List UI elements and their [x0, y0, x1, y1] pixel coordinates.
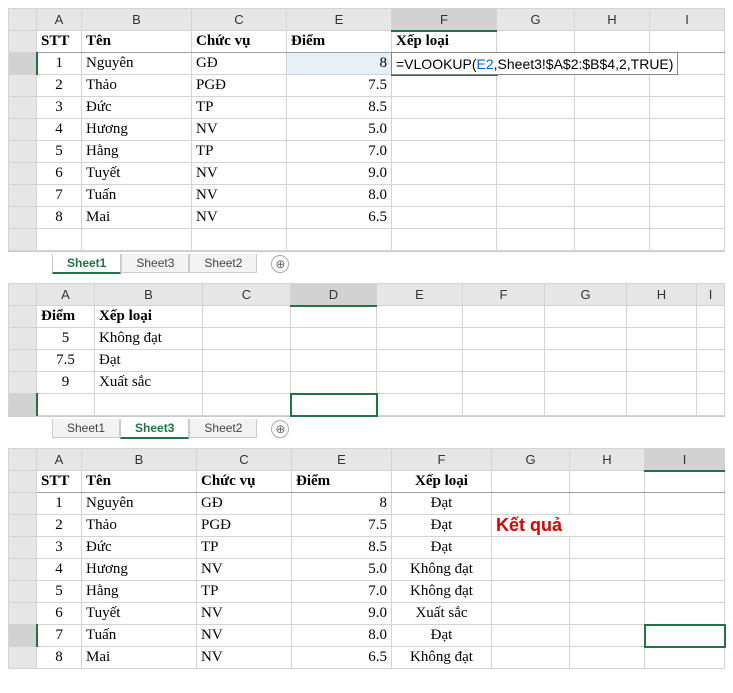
- tab-sheet2[interactable]: Sheet2: [189, 254, 257, 273]
- header-data-row: STT Tên Chức vụ Điểm Xếp loại: [9, 31, 725, 53]
- tab-sheet1[interactable]: Sheet1: [52, 254, 121, 274]
- rowhdr[interactable]: [9, 31, 37, 53]
- table-row: 6TuyếtNV9.0: [9, 163, 725, 185]
- hdr-chucvu[interactable]: Chức vụ: [192, 31, 287, 53]
- active-cell-I8[interactable]: [645, 625, 725, 647]
- colhdr-I[interactable]: I: [650, 9, 725, 31]
- table-row: 1 Nguyên GĐ 8 =VLOOKUP(E2,Sheet3!$A$2:$B…: [9, 53, 725, 75]
- hdr-diem[interactable]: Điểm: [37, 306, 95, 328]
- hdr-xeploai[interactable]: Xếp loại: [392, 471, 492, 493]
- select-all-corner[interactable]: [9, 9, 37, 31]
- colhdr-G[interactable]: G: [545, 284, 627, 306]
- colhdr-A[interactable]: A: [37, 284, 95, 306]
- colhdr-F[interactable]: F: [392, 9, 497, 31]
- colhdr-C[interactable]: C: [192, 9, 287, 31]
- table-row: 8MaiNV6.5: [9, 207, 725, 229]
- colhdr-B[interactable]: B: [82, 449, 197, 471]
- select-all-corner[interactable]: [9, 449, 37, 471]
- colhdr-D[interactable]: D: [291, 284, 377, 306]
- table-row: 2ThảoPGĐ7.5: [9, 75, 725, 97]
- tab-sheet2[interactable]: Sheet2: [189, 419, 257, 438]
- hdr-stt[interactable]: STT: [37, 31, 82, 53]
- grid-pane3[interactable]: A B C E F G H I STT Tên Chức vụ Điểm Xếp…: [8, 448, 725, 669]
- colhdr-H[interactable]: H: [570, 449, 645, 471]
- formula-ref: E2: [477, 56, 494, 72]
- colhdr-A[interactable]: A: [37, 9, 82, 31]
- colhdr-G[interactable]: G: [497, 9, 575, 31]
- cell-chucvu[interactable]: GĐ: [192, 53, 287, 75]
- table-row: 9Xuất sắc: [9, 372, 725, 394]
- sheet-tabs-pane1: Sheet1 Sheet3 Sheet2 ⊕: [8, 251, 725, 275]
- colhdr-C[interactable]: C: [203, 284, 291, 306]
- colhdr-F[interactable]: F: [392, 449, 492, 471]
- hdr-xeploai[interactable]: Xếp loại: [392, 31, 497, 53]
- cell[interactable]: [650, 31, 725, 53]
- table-row: 4HươngNV5.0Không đạt: [9, 559, 725, 581]
- formula-text: =VLOOKUP(: [396, 56, 477, 72]
- colhdr-A[interactable]: A: [37, 449, 82, 471]
- active-cell-F2[interactable]: =VLOOKUP(E2,Sheet3!$A$2:$B$4,2,TRUE): [392, 53, 497, 75]
- result-callout: Kết quả: [496, 515, 562, 535]
- add-sheet-button[interactable]: ⊕: [271, 420, 289, 438]
- colhdr-E[interactable]: E: [287, 9, 392, 31]
- colhdr-F[interactable]: F: [463, 284, 545, 306]
- select-all-corner[interactable]: [9, 284, 37, 306]
- table-row: 4HươngNV5.0: [9, 119, 725, 141]
- cell-diem[interactable]: 8: [287, 53, 392, 75]
- plus-icon: ⊕: [275, 422, 285, 436]
- colhdr-I[interactable]: I: [645, 449, 725, 471]
- table-row: 8MaiNV6.5Không đạt: [9, 647, 725, 669]
- hdr-diem[interactable]: Điểm: [292, 471, 392, 493]
- table-row: 7.5Đạt: [9, 350, 725, 372]
- table-row: 7TuấnNV8.0Đạt: [9, 625, 725, 647]
- cell-ten[interactable]: Nguyên: [82, 53, 192, 75]
- colhdr-H[interactable]: H: [627, 284, 697, 306]
- pane-sheet3: A B C D E F G H I Điểm Xếp loại 5Không đ…: [8, 283, 725, 440]
- empty-row: [9, 229, 725, 251]
- hdr-ten[interactable]: Tên: [82, 31, 192, 53]
- colhdr-E[interactable]: E: [377, 284, 463, 306]
- column-header-row[interactable]: A B C E F G H I: [9, 9, 725, 31]
- table-row: 7TuấnNV8.0: [9, 185, 725, 207]
- hdr-ten[interactable]: Tên: [82, 471, 197, 493]
- table-row: 5HằngTP7.0Không đạt: [9, 581, 725, 603]
- table-row: 3ĐứcTP8.5Đạt: [9, 537, 725, 559]
- colhdr-H[interactable]: H: [575, 9, 650, 31]
- colhdr-B[interactable]: B: [82, 9, 192, 31]
- pane-sheet1: A B C E F G H I STT Tên Chức vụ Điểm Xếp…: [8, 8, 725, 275]
- grid-pane2[interactable]: A B C D E F G H I Điểm Xếp loại 5Không đ…: [8, 283, 725, 416]
- tab-sheet3[interactable]: Sheet3: [120, 419, 189, 439]
- cell[interactable]: [497, 31, 575, 53]
- rowhdr[interactable]: [9, 53, 37, 75]
- hdr-chucvu[interactable]: Chức vụ: [197, 471, 292, 493]
- sheet-tabs-pane2: Sheet1 Sheet3 Sheet2 ⊕: [8, 416, 725, 440]
- hdr-xeploai[interactable]: Xếp loại: [95, 306, 203, 328]
- hdr-stt[interactable]: STT: [37, 471, 82, 493]
- colhdr-B[interactable]: B: [95, 284, 203, 306]
- plus-icon: ⊕: [275, 257, 285, 271]
- pane-result: A B C E F G H I STT Tên Chức vụ Điểm Xếp…: [8, 448, 725, 669]
- colhdr-I[interactable]: I: [697, 284, 725, 306]
- colhdr-G[interactable]: G: [492, 449, 570, 471]
- cell[interactable]: [575, 31, 650, 53]
- table-row: 5Không đạt: [9, 328, 725, 350]
- colhdr-C[interactable]: C: [197, 449, 292, 471]
- add-sheet-button[interactable]: ⊕: [271, 255, 289, 273]
- table-row: 5HằngTP7.0: [9, 141, 725, 163]
- cell-stt[interactable]: 1: [37, 53, 82, 75]
- grid-pane1[interactable]: A B C E F G H I STT Tên Chức vụ Điểm Xếp…: [8, 8, 725, 251]
- table-row: 6TuyếtNV9.0Xuất sắc: [9, 603, 725, 625]
- hdr-diem[interactable]: Điểm: [287, 31, 392, 53]
- table-row: 3ĐứcTP8.5: [9, 97, 725, 119]
- formula-text: ,Sheet3!$A$2:$B$4,2,TRUE): [494, 56, 674, 72]
- active-cell-D5[interactable]: [291, 394, 377, 416]
- tab-sheet1[interactable]: Sheet1: [52, 419, 120, 438]
- colhdr-E[interactable]: E: [292, 449, 392, 471]
- tab-sheet3[interactable]: Sheet3: [121, 254, 189, 273]
- table-row: 1NguyênGĐ8Đạt: [9, 493, 725, 515]
- table-row: 2ThảoPGĐ7.5Đạt Kết quả: [9, 515, 725, 537]
- formula-edit-box[interactable]: =VLOOKUP(E2,Sheet3!$A$2:$B$4,2,TRUE): [391, 52, 678, 75]
